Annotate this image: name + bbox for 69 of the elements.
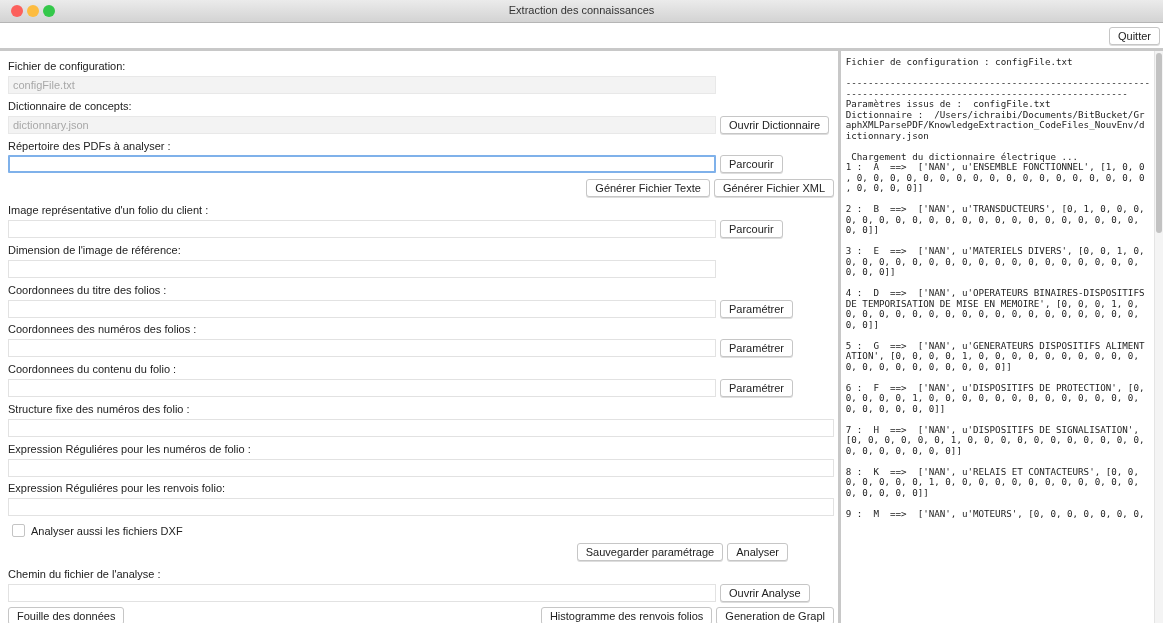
action-button[interactable]: Parcourir bbox=[720, 155, 783, 174]
field-label: Expression Réguliéres pour les renvois folio: bbox=[8, 481, 226, 496]
window-title: Extraction des connaissances bbox=[508, 4, 655, 16]
log-line: 8 : K ==> ['NAN', u'RELAIS ET CONTACTEURS', [0, 0, bbox=[845, 466, 1139, 477]
log-line: 0, 0]] bbox=[845, 319, 879, 330]
action-button[interactable]: Paramétrer bbox=[720, 339, 794, 358]
log-line: aphXMLParsePDF/KnowledgeExtraction_CodeFiles_NouvEnv/d bbox=[845, 120, 1145, 131]
scrollbar[interactable] bbox=[1154, 51, 1163, 623]
field-label: Structure fixe des numéros des folio : bbox=[8, 401, 190, 416]
log-line: 0, 0, 0, 0, 0]] bbox=[845, 487, 929, 498]
log-line: ictionnary.json bbox=[845, 130, 929, 141]
field-label: Fichier de configuration: bbox=[8, 59, 126, 73]
log-line: 0, 0, 0, 0, 1, 0, 0, 0, 0, 0, 0, 0, 0, 0, 0, 0, 0, 0, bbox=[845, 393, 1139, 404]
log-line: 0, 0, 0, 0, 0, 1, 0, 0, 0, 0, 0, 0, 0, 0, 0, 0, 0, 0, bbox=[845, 477, 1139, 488]
field-label: Chemin du fichier de l'analyse : bbox=[8, 567, 161, 582]
action-button[interactable]: Generation de Grapl bbox=[716, 606, 834, 623]
log-line: [0, 0, 0, 0, 0, 0, 1, 0, 0, 0, 0, 0, 0, 0, 0, 0, 0, 0, bbox=[845, 435, 1145, 446]
log-line: 3 : E ==> ['NAN', u'MATERIELS DIVERS', [0, 0, 1, 0, bbox=[845, 246, 1145, 257]
log-line: 1 : A ==> ['NAN', u'ENSEMBLE FONCTIONNEL', [1, 0, 0 bbox=[845, 162, 1145, 173]
log-line: 6 : F ==> ['NAN', u'DISPOSITIFS DE PROTECTION', [0, bbox=[845, 382, 1145, 393]
log-line: 2 : B ==> ['NAN', u'TRANSDUCTEURS', [0, 1, 0, 0, 0, bbox=[845, 204, 1145, 215]
action-button[interactable]: Fouille des données bbox=[8, 606, 125, 623]
field-label: Répertoire des PDFs à analyser : bbox=[8, 138, 171, 153]
log-line: 0, 0, 0, 0, 0, 0, 0]] bbox=[845, 445, 962, 456]
log-line: 0, 0, 0, 0, 0, 0, 0, 0, 0, 0]] bbox=[845, 361, 1012, 372]
log-line: ATION', [0, 0, 0, 0, 1, 0, 0, 0, 0, 0, 0, 0, 0, 0, 0, bbox=[845, 351, 1139, 362]
field-label: Coordonnees des numéros des folios : bbox=[8, 322, 197, 337]
action-button[interactable]: Analyser bbox=[727, 542, 788, 561]
action-button[interactable]: Sauvegarder paramétrage bbox=[576, 542, 724, 561]
action-button[interactable]: Parcourir bbox=[720, 220, 783, 238]
log-line: 4 : D ==> ['NAN', u'OPERATEURS BINAIRES-DISPOSITIFS bbox=[845, 288, 1145, 299]
log-line: 7 : H ==> ['NAN', u'DISPOSITIFS DE SIGNALISATION', bbox=[845, 424, 1139, 435]
log-line: Paramètres issus de : configFile.txt bbox=[845, 99, 1051, 110]
action-button[interactable]: Générer Fichier Texte bbox=[586, 178, 710, 197]
checkbox-label: Analyser aussi les fichiers DXF bbox=[31, 524, 183, 537]
log-line: , 0, 0, 0, 0, 0, 0, 0, 0, 0, 0, 0, 0, 0, 0, 0, 0, 0, 0 bbox=[845, 172, 1145, 183]
window-control-icon[interactable] bbox=[11, 5, 23, 17]
action-button[interactable]: Paramétrer bbox=[720, 379, 794, 398]
log-line: --------------------------------------------------- bbox=[845, 88, 1128, 99]
log-line: 0, 0]] bbox=[845, 225, 879, 236]
action-button[interactable]: Générer Fichier XML bbox=[713, 178, 834, 197]
field-label: Expression Réguliéres pour les numéros de folio : bbox=[8, 441, 251, 456]
window-control-icon[interactable] bbox=[27, 5, 39, 17]
action-button[interactable]: Ouvrir Analyse bbox=[720, 584, 810, 602]
log-line: 0, 0, 0]] bbox=[845, 267, 896, 278]
quit-button[interactable]: Quitter bbox=[1109, 26, 1160, 45]
log-line: 5 : G ==> ['NAN', u'GENERATEURS DISPOSITIFS ALIMENT bbox=[845, 340, 1145, 351]
log-line: 0, 0, 0, 0, 0, 0, 0, 0, 0, 0, 0, 0, 0, 0, 0, 0, 0, 0, bbox=[845, 214, 1139, 225]
log-line: ------------------------------------------------------- bbox=[845, 78, 1150, 89]
log-line: 0, 0, 0, 0, 0, 0]] bbox=[845, 403, 946, 414]
log-line: Dictionnaire : /Users/ichraibi/Documents/BitBucket/Gr bbox=[845, 109, 1145, 120]
log-line: 9 : M ==> ['NAN', u'MOTEURS', [0, 0, 0, 0, 0, 0, 0, bbox=[845, 508, 1145, 519]
log-line: Chargement du dictionnaire électrique ... bbox=[850, 151, 1079, 162]
log-line: , 0, 0, 0, 0]] bbox=[845, 183, 924, 194]
field-label: Dimension de l'image de référence: bbox=[8, 242, 181, 257]
checkbox[interactable] bbox=[12, 524, 25, 538]
field-label: Coordonnees du contenu du folio : bbox=[8, 362, 177, 377]
log-line: 0, 0, 0, 0, 0, 0, 0, 0, 0, 0, 0, 0, 0, 0, 0, 0, 0, 0, bbox=[845, 256, 1139, 267]
text-field[interactable] bbox=[8, 155, 716, 174]
action-button[interactable]: Paramétrer bbox=[720, 299, 794, 318]
log-line: 0, 0, 0, 0, 0, 0, 0, 0, 0, 0, 0, 0, 0, 0, 0, 0, 0, 0, bbox=[845, 309, 1139, 320]
window-control-icon[interactable] bbox=[43, 5, 55, 17]
field-label: Dictionnaire de concepts: bbox=[8, 98, 132, 113]
field-label: Image représentative d'un folio du client : bbox=[8, 203, 209, 218]
log-line: Fichier de configuration : configFile.txt bbox=[845, 57, 1073, 68]
scrollbar-thumb[interactable] bbox=[1156, 53, 1162, 233]
field-label: Coordonnees du titre des folios : bbox=[8, 282, 167, 297]
log-line: DE TEMPORISATION DE MISE EN MEMOIRE', [0, 0, 0, 1, 0, bbox=[845, 298, 1139, 309]
action-button[interactable]: Histogramme des renvois folios bbox=[540, 606, 713, 623]
